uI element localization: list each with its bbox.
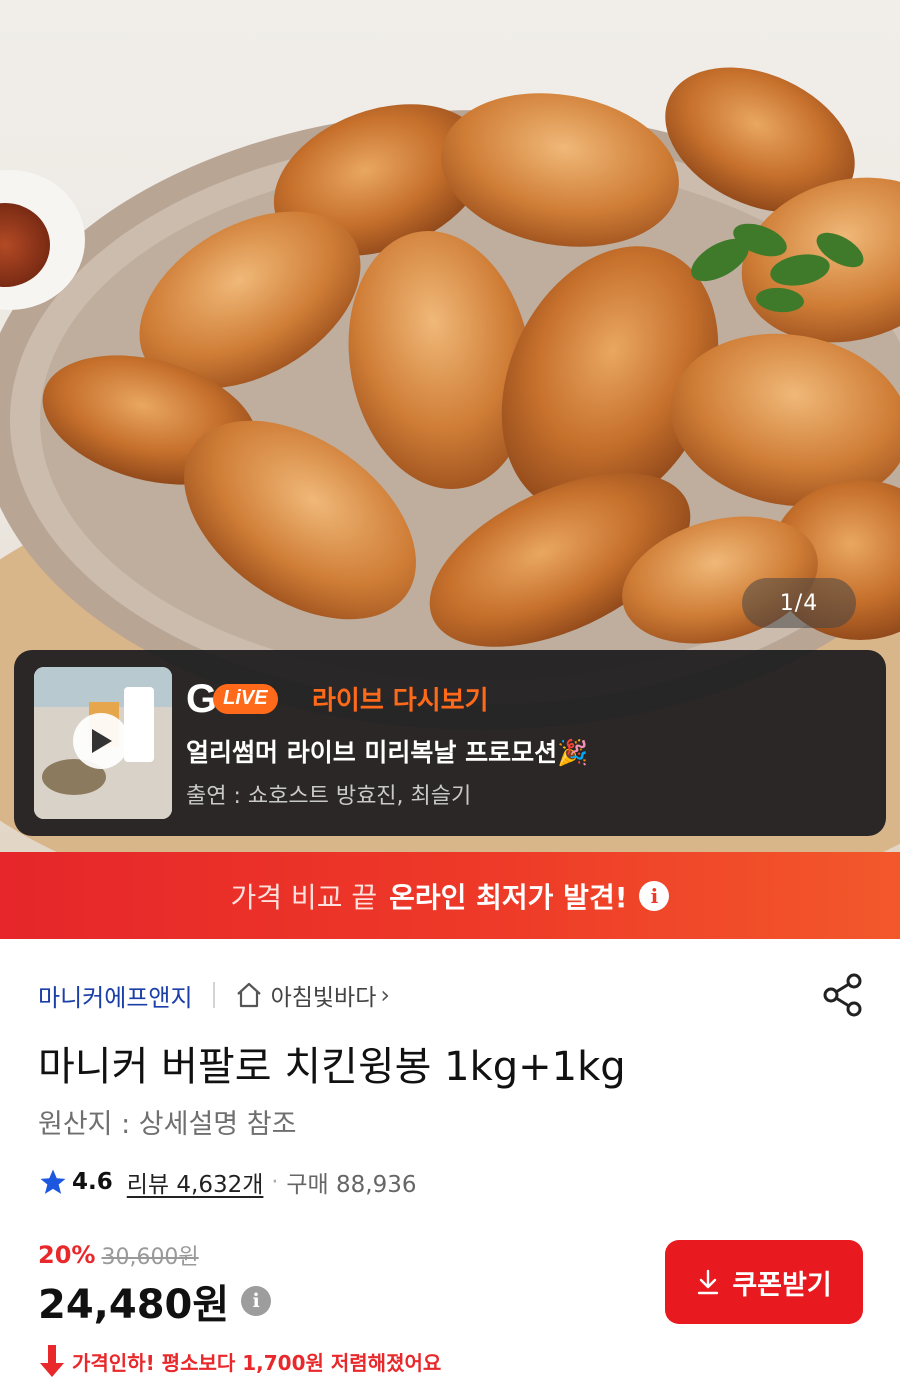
- origin-info: 원산지 : 상세설명 참조: [38, 1109, 297, 1140]
- coupon-label: 쿠폰받기: [732, 1269, 832, 1301]
- price-row: 24,480원 i: [38, 1276, 272, 1328]
- promo-highlight: 온라인 최저가 발견!: [389, 880, 628, 914]
- lowest-price-banner[interactable]: 가격 비교 끝 온라인 최저가 발견! i: [0, 852, 900, 939]
- store-link[interactable]: 아침빛바다 ›: [235, 978, 390, 1012]
- live-cast: 출연 : 쇼호스트 방효진, 최슬기: [186, 784, 472, 809]
- sale-price: 24,480원: [38, 1282, 230, 1328]
- price-drop-text: 가격인하! 평소보다 1,700원 저렴해졌어요: [72, 1350, 442, 1375]
- seller-row: 마니커에프앤지 아침빛바다 ›: [38, 978, 390, 1012]
- play-icon[interactable]: [73, 713, 129, 769]
- live-replay-label[interactable]: 라이브 다시보기: [312, 680, 489, 717]
- down-arrow-icon: [40, 1345, 64, 1377]
- download-arrow-icon: [698, 1269, 719, 1295]
- info-icon[interactable]: i: [639, 880, 670, 911]
- original-price: 30,600원: [101, 1245, 199, 1270]
- rating-score: 4.6: [72, 1169, 113, 1195]
- live-thumbnail[interactable]: [34, 667, 172, 819]
- glive-logo: G LiVE: [186, 679, 278, 719]
- discount-rate: 20%: [38, 1241, 96, 1269]
- rating-row: 4.6 리뷰 4,632개 · 구매 88,936: [38, 1164, 417, 1200]
- live-title[interactable]: 얼리썸머 라이브 미리복날 프로모션🎉: [186, 733, 588, 769]
- share-button[interactable]: [818, 970, 868, 1020]
- image-counter: 1/4: [742, 578, 856, 628]
- divider: [212, 982, 215, 1008]
- home-icon: [236, 982, 261, 1008]
- chevron-right-icon: ›: [380, 981, 390, 1009]
- brand-link[interactable]: 마니커에프앤지: [38, 978, 193, 1013]
- promo-text: 가격 비교 끝: [230, 880, 378, 914]
- star-icon: [40, 1169, 66, 1194]
- review-link[interactable]: 리뷰 4,632개: [127, 1165, 264, 1199]
- separator: ·: [271, 1169, 279, 1195]
- coupon-button[interactable]: 쿠폰받기: [665, 1240, 863, 1324]
- price-info-icon[interactable]: i: [241, 1286, 272, 1316]
- live-badge: LiVE: [213, 684, 278, 714]
- purchase-count: 구매 88,936: [286, 1172, 417, 1198]
- discount-row: 20% 30,600원: [38, 1240, 199, 1270]
- store-name: 아침빛바다: [270, 985, 377, 1011]
- share-icon: [823, 973, 862, 1017]
- price-drop-notice: 가격인하! 평소보다 1,700원 저렴해졌어요: [38, 1343, 441, 1379]
- product-title: 마니커 버팔로 치킨윙봉 1kg+1kg: [38, 1044, 626, 1090]
